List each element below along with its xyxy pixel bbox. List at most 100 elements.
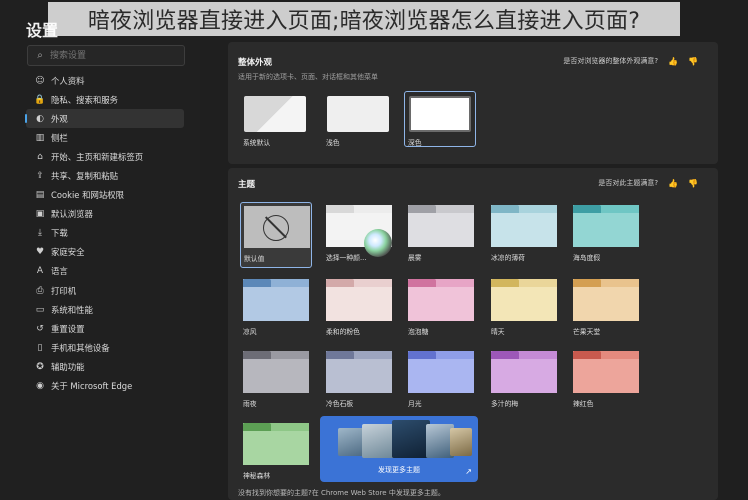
theme-card[interactable]: 神秘森林 xyxy=(240,420,310,484)
thumbs-down-icon[interactable]: 👎 xyxy=(688,57,698,66)
edge-icon: ◉ xyxy=(36,381,44,392)
appearance-option-light[interactable]: 浅色 xyxy=(323,92,393,147)
appearance-icon: ◐ xyxy=(36,113,44,124)
appearance-option-dark[interactable]: 深色 xyxy=(404,91,476,147)
sidebar-item-label: 辅助功能 xyxy=(51,361,85,372)
system-icon: ▭ xyxy=(35,304,45,315)
theme-card[interactable]: 凉风 xyxy=(240,276,310,340)
theme-card[interactable]: 多汁的梅 xyxy=(488,348,558,412)
theme-card[interactable]: 冷色石板 xyxy=(323,348,393,412)
sidebar-item-label: 手机和其他设备 xyxy=(51,342,110,353)
theme-photo xyxy=(338,428,364,456)
sidebar-item[interactable]: ⤓ 下载 xyxy=(26,224,184,243)
theme-label: 柔和的粉色 xyxy=(326,328,360,336)
theme-preview xyxy=(244,206,310,248)
themes-feedback-question: 是否对此主题满意? xyxy=(598,179,659,187)
appearance-feedback: 是否对浏览器的整体外观满意? 👍 👎 xyxy=(563,56,698,66)
theme-preview xyxy=(408,351,474,393)
sidebar-item[interactable]: ▯ 手机和其他设备 xyxy=(26,338,184,357)
language-icon: A xyxy=(36,266,44,277)
appearance-feedback-question: 是否对浏览器的整体外观满意? xyxy=(563,57,659,65)
sidebar-item[interactable]: 🔒 隐私、搜索和服务 xyxy=(26,90,184,109)
theme-card[interactable]: 冰凉的薄荷 xyxy=(488,202,558,266)
theme-preview xyxy=(408,205,474,247)
sidebar-item[interactable]: ↺ 重置设置 xyxy=(26,319,184,338)
download-icon: ⤓ xyxy=(38,228,42,239)
discover-label: 发现更多主题 xyxy=(378,466,420,474)
sidebar-item[interactable]: ▣ 默认浏览器 xyxy=(26,205,184,224)
share-icon: ⇪ xyxy=(36,171,44,182)
discover-more-themes-button[interactable]: 发现更多主题 ↗ xyxy=(320,416,478,482)
sidebar-item-label: 家庭安全 xyxy=(51,247,85,258)
sidebar-item[interactable]: A 语言 xyxy=(26,262,184,281)
sidebar-item[interactable]: ⌂ 开始、主页和新建标签页 xyxy=(26,147,184,166)
sidebar-item[interactable]: ✪ 辅助功能 xyxy=(26,357,184,376)
home-icon: ⌂ xyxy=(37,151,43,162)
theme-preview xyxy=(573,279,639,321)
sidebar-item[interactable]: ◉ 关于 Microsoft Edge xyxy=(26,377,184,396)
main-content: 整体外观 适用于新的选项卡、页面、对话框和其他菜单 是否对浏览器的整体外观满意?… xyxy=(228,42,718,500)
sidebar-item-label: 隐私、搜索和服务 xyxy=(51,94,118,105)
profile-icon: ☺ xyxy=(35,75,45,86)
theme-card[interactable]: 柔和的粉色 xyxy=(323,276,393,340)
themes-footer[interactable]: 没有找到你想要的主题?在 Chrome Web Store 中发现更多主题。 xyxy=(238,488,445,498)
settings-nav: ☺ 个人资料 🔒 隐私、搜索和服务 ◐ 外观 ▥ 侧栏 ⌂ 开始、主页和新建标签页 ⇪ 共享、复制和粘… xyxy=(25,71,184,396)
appearance-title: 整体外观 xyxy=(238,58,273,68)
thumbs-up-icon[interactable]: 👍 xyxy=(668,57,678,66)
theme-label: 凉风 xyxy=(243,328,257,336)
theme-preview xyxy=(491,205,557,247)
theme-label: 泡泡糖 xyxy=(408,328,429,336)
theme-card[interactable]: 芒果天堂 xyxy=(570,276,640,340)
theme-card[interactable]: 默认值 xyxy=(240,202,312,268)
family-icon: ♥ xyxy=(35,247,45,258)
theme-label: 选择一种颜... xyxy=(326,254,367,262)
thumbs-up-icon[interactable]: 👍 xyxy=(668,179,678,188)
appearance-option-label: 深色 xyxy=(408,139,422,147)
theme-card[interactable]: 雨夜 xyxy=(240,348,310,412)
phone-icon: ▯ xyxy=(37,342,43,353)
theme-card[interactable]: 晨雾 xyxy=(405,202,475,266)
theme-preview xyxy=(326,279,392,321)
sidebar-icon: ▥ xyxy=(35,132,45,143)
theme-label: 雨夜 xyxy=(243,400,257,408)
theme-preview xyxy=(573,205,639,247)
accessibility-icon: ✪ xyxy=(36,361,44,372)
permissions-icon: ▤ xyxy=(35,190,45,201)
sidebar-item-label: 打印机 xyxy=(51,285,77,296)
thumbs-down-icon[interactable]: 👎 xyxy=(688,179,698,188)
theme-card[interactable]: 辣红色 xyxy=(570,348,640,412)
themes-title: 主题 xyxy=(238,180,256,190)
theme-label: 晨雾 xyxy=(408,254,422,262)
sidebar-item[interactable]: ♥ 家庭安全 xyxy=(26,243,184,262)
sidebar-item[interactable]: ▭ 系统和性能 xyxy=(26,300,184,319)
sidebar-item-label: 下载 xyxy=(51,228,68,239)
search-input[interactable] xyxy=(48,49,172,62)
sidebar-item[interactable]: ▤ Cookie 和网站权限 xyxy=(26,186,184,205)
search-icon: ⌕ xyxy=(37,50,43,61)
theme-card[interactable]: 泡泡糖 xyxy=(405,276,475,340)
appearance-subtitle: 适用于新的选项卡、页面、对话框和其他菜单 xyxy=(238,73,378,81)
appearance-option-system[interactable]: 系统默认 xyxy=(240,92,310,147)
sidebar-item-label: 个人资料 xyxy=(51,75,85,86)
sidebar-item[interactable]: ▥ 侧栏 xyxy=(26,128,184,147)
theme-label: 冰凉的薄荷 xyxy=(491,254,525,262)
sidebar-item[interactable]: ◐ 外观 xyxy=(25,109,184,129)
theme-photo xyxy=(392,420,430,458)
floating-orb-icon xyxy=(364,229,392,257)
theme-label: 多汁的梅 xyxy=(491,400,519,408)
theme-label: 神秘森林 xyxy=(243,472,271,480)
theme-card[interactable]: 月光 xyxy=(405,348,475,412)
appearance-panel: 整体外观 适用于新的选项卡、页面、对话框和其他菜单 是否对浏览器的整体外观满意?… xyxy=(228,42,718,164)
theme-card[interactable]: 海岛度假 xyxy=(570,202,640,266)
sidebar-item-label: 语言 xyxy=(51,266,68,277)
theme-photo xyxy=(450,428,472,456)
search-box[interactable]: ⌕ xyxy=(27,45,185,66)
sidebar-item[interactable]: ⎙ 打印机 xyxy=(26,281,184,300)
theme-label: 海岛度假 xyxy=(573,254,601,262)
sidebar-item-label: 侧栏 xyxy=(51,132,68,143)
theme-card[interactable]: 晴天 xyxy=(488,276,558,340)
sidebar-item[interactable]: ☺ 个人资料 xyxy=(26,71,184,90)
sidebar-item[interactable]: ⇪ 共享、复制和粘贴 xyxy=(26,166,184,185)
overlay-text: 暗夜浏览器直接进入页面;暗夜浏览器怎么直接进入页面? xyxy=(87,9,641,34)
theme-preview xyxy=(408,279,474,321)
